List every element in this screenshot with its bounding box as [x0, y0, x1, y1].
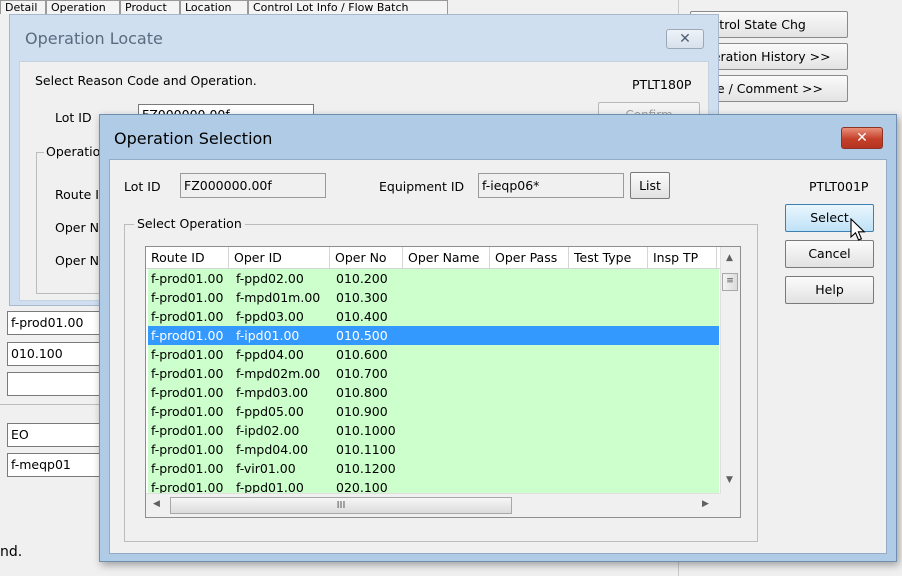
oper-name-field[interactable] [7, 372, 102, 396]
oper-no-cell: 010.500 [336, 328, 388, 343]
route-id-cell: f-prod01.00 [151, 328, 224, 343]
lot-id-field[interactable]: FZ000000.00f [180, 173, 326, 198]
cancel-button[interactable]: Cancel [785, 240, 874, 268]
oper-no-cell: 010.1000 [336, 423, 396, 438]
oper-no-cell: 010.900 [336, 404, 388, 419]
oper-id-cell: f-mpd03.00 [236, 385, 309, 400]
route-id-cell: f-prod01.00 [151, 404, 224, 419]
oper-id-cell: f-ipd02.00 [236, 423, 300, 438]
oper-id-cell: f-ppd01.00 [236, 480, 304, 493]
tab-control-lot-info[interactable]: Control Lot Info / Flow Batch [248, 0, 448, 14]
list-button[interactable]: List [630, 172, 670, 199]
route-id-cell: f-prod01.00 [151, 347, 224, 362]
status-text: nd. [0, 544, 23, 560]
grid-body: f-prod01.00 f-ppd02.00 010.200 f-prod01.… [148, 269, 719, 493]
route-id-field[interactable]: f-prod01.00 [7, 311, 102, 335]
oper-no-cell: 010.700 [336, 366, 388, 381]
oper-id-cell: f-ipd01.00 [236, 328, 300, 343]
route-id-cell: f-prod01.00 [151, 461, 224, 476]
oper-no-cell: 010.1200 [336, 461, 396, 476]
column-header-route-id[interactable]: Route ID [146, 247, 229, 268]
mouse-cursor-icon [850, 218, 866, 241]
table-row-selected[interactable]: f-prod01.00 f-ipd01.00 010.500 [148, 326, 719, 345]
route-id-cell: f-prod01.00 [151, 442, 224, 457]
tab-detail[interactable]: Detail [0, 0, 46, 14]
scroll-left-icon[interactable]: ◀ [153, 499, 160, 509]
table-row[interactable]: f-prod01.00 f-mpd04.00 010.1100 [148, 440, 719, 459]
oper-id-cell: f-ppd05.00 [236, 404, 304, 419]
table-row[interactable]: f-prod01.00 f-mpd02m.00 010.700 [148, 364, 719, 383]
tab-location[interactable]: Location [180, 0, 248, 14]
horizontal-scroll-thumb[interactable]: III [170, 497, 512, 514]
route-id-cell: f-prod01.00 [151, 309, 224, 324]
horizontal-scrollbar[interactable]: ◀ III ▶ [146, 493, 721, 517]
operation-grid[interactable]: Route ID Oper ID Oper No Oper Name Oper … [145, 246, 741, 518]
table-row[interactable]: f-prod01.00 f-ppd01.00 020.100 [148, 478, 719, 493]
column-header-insp-tp[interactable]: Insp TP [648, 247, 717, 268]
table-row[interactable]: f-prod01.00 f-ppd05.00 010.900 [148, 402, 719, 421]
table-row[interactable]: f-prod01.00 f-ipd02.00 010.1000 [148, 421, 719, 440]
oper-no-cell: 010.1100 [336, 442, 396, 457]
lot-id-label: Lot ID [55, 110, 92, 125]
oper-no-cell: 010.400 [336, 309, 388, 324]
oper-id-cell: f-mpd01m.00 [236, 290, 321, 305]
column-header-oper-no[interactable]: Oper No [330, 247, 403, 268]
route-id-cell: f-prod01.00 [151, 290, 224, 305]
route-id-cell: f-prod01.00 [151, 271, 224, 286]
oper-no-cell: 010.300 [336, 290, 388, 305]
dialog-body: Lot ID FZ000000.00f Equipment ID f-ieqp0… [109, 159, 887, 554]
grid-header: Route ID Oper ID Oper No Oper Name Oper … [146, 247, 721, 269]
route-id-cell: f-prod01.00 [151, 385, 224, 400]
scroll-up-icon[interactable]: ▲ [726, 253, 733, 263]
oper-no-cell: 020.100 [336, 480, 388, 493]
operation-selection-dialog: Operation Selection ✕ Lot ID FZ000000.00… [99, 114, 897, 562]
close-icon[interactable]: ✕ [841, 127, 883, 149]
oper-id-cell: f-ppd02.00 [236, 271, 304, 286]
scroll-right-icon[interactable]: ▶ [702, 499, 709, 509]
oper-no-cell: 010.800 [336, 385, 388, 400]
screen-code: PTLT001P [809, 179, 869, 194]
equipment-field[interactable]: f-meqp01 [7, 453, 102, 477]
column-header-oper-id[interactable]: Oper ID [229, 247, 330, 268]
table-row[interactable]: f-prod01.00 f-ppd03.00 010.400 [148, 307, 719, 326]
oper-no-cell: 010.200 [336, 271, 388, 286]
route-id-cell: f-prod01.00 [151, 366, 224, 381]
route-id-cell: f-prod01.00 [151, 423, 224, 438]
equipment-id-label: Equipment ID [379, 179, 465, 194]
table-row[interactable]: f-prod01.00 f-ppd02.00 010.200 [148, 269, 719, 288]
tab-strip: Detail Operation Product Location Contro… [0, 0, 460, 14]
tab-product[interactable]: Product [120, 0, 180, 14]
lot-id-label: Lot ID [124, 179, 161, 194]
table-row[interactable]: f-prod01.00 f-mpd03.00 010.800 [148, 383, 719, 402]
oper-id-cell: f-vir01.00 [236, 461, 296, 476]
scroll-corner [721, 494, 740, 517]
scroll-down-icon[interactable]: ▼ [726, 475, 733, 485]
column-header-oper-name[interactable]: Oper Name [403, 247, 490, 268]
oper-no-field[interactable]: 010.100 [7, 342, 102, 366]
vertical-scrollbar[interactable]: ▲ ≡ ▼ [720, 247, 740, 496]
table-row[interactable]: f-prod01.00 f-mpd01m.00 010.300 [148, 288, 719, 307]
dialog-title: Operation Selection [114, 129, 273, 148]
close-icon[interactable]: ✕ [666, 29, 704, 49]
oper-id-cell: f-ppd03.00 [236, 309, 304, 324]
tab-operation[interactable]: Operation [46, 0, 120, 14]
oper-id-cell: f-ppd04.00 [236, 347, 304, 362]
dialog-title: Operation Locate [25, 29, 163, 48]
help-button[interactable]: Help [785, 276, 874, 304]
eo-field[interactable]: EO [7, 423, 102, 447]
table-row[interactable]: f-prod01.00 f-ppd04.00 010.600 [148, 345, 719, 364]
column-header-test-type[interactable]: Test Type [569, 247, 648, 268]
table-row[interactable]: f-prod01.00 f-vir01.00 010.1200 [148, 459, 719, 478]
prompt-text: Select Reason Code and Operation. [35, 73, 257, 88]
oper-id-cell: f-mpd02m.00 [236, 366, 321, 381]
oper-id-cell: f-mpd04.00 [236, 442, 309, 457]
screen-code: PTLT180P [632, 77, 692, 92]
separator [0, 404, 100, 405]
vertical-scroll-thumb[interactable]: ≡ [722, 273, 738, 291]
equipment-id-field[interactable]: f-ieqp06* [478, 173, 624, 198]
select-operation-label: Select Operation [134, 216, 245, 231]
column-header-oper-pass[interactable]: Oper Pass [490, 247, 569, 268]
oper-no-cell: 010.600 [336, 347, 388, 362]
route-id-cell: f-prod01.00 [151, 480, 224, 493]
